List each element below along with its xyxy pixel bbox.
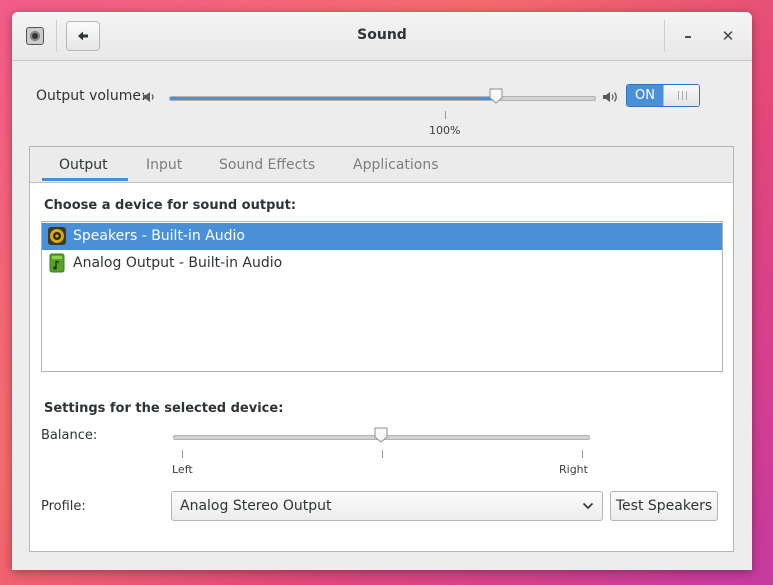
output-mute-switch[interactable]: ON (626, 84, 700, 107)
active-tab-indicator (42, 178, 128, 181)
device-name: Speakers - Built-in Audio (73, 228, 245, 244)
balance-left-mark (182, 450, 183, 458)
switch-knob (663, 85, 699, 106)
volume-high-icon (603, 92, 617, 102)
output-volume-fill (170, 97, 498, 100)
output-device-list: Speakers - Built-in Audio Analog Output … (41, 221, 723, 372)
choose-device-heading: Choose a device for sound output: (44, 198, 297, 213)
balance-right-label: Right (559, 463, 588, 476)
minimize-button[interactable]: – (677, 25, 699, 47)
speaker-icon (48, 227, 66, 245)
title-bar: Sound – ✕ (12, 12, 752, 61)
close-button[interactable]: ✕ (717, 25, 739, 47)
tab-sound-effects[interactable]: Sound Effects (219, 157, 315, 173)
sound-notebook: Output Input Sound Effects Applications … (29, 146, 734, 552)
device-row-speakers[interactable]: Speakers - Built-in Audio (42, 223, 722, 250)
volume-low-icon (143, 92, 154, 102)
profile-label: Profile: (41, 499, 86, 514)
device-settings-heading: Settings for the selected device: (44, 401, 284, 416)
tab-bar: Output Input Sound Effects Applications (30, 147, 733, 183)
chevron-down-icon (582, 502, 594, 510)
volume-100-mark (445, 111, 446, 119)
sound-window: Sound – ✕ Output volume: 100% ON Output … (12, 12, 752, 570)
output-volume-thumb[interactable] (489, 88, 503, 104)
balance-left-label: Left (172, 463, 193, 476)
device-row-analog-output[interactable]: Analog Output - Built-in Audio (42, 250, 722, 277)
output-volume-label: Output volume: (36, 88, 146, 104)
balance-thumb[interactable] (374, 427, 388, 443)
test-speakers-button[interactable]: Test Speakers (610, 491, 718, 521)
tab-applications[interactable]: Applications (353, 157, 439, 173)
balance-label: Balance: (41, 428, 98, 443)
tab-output[interactable]: Output (59, 157, 108, 173)
volume-100-label: 100% (429, 124, 461, 137)
tab-input[interactable]: Input (146, 157, 182, 173)
titlebar-separator (664, 20, 665, 52)
output-volume-slider[interactable] (169, 96, 596, 101)
profile-value: Analog Stereo Output (180, 498, 332, 514)
audio-card-icon (49, 253, 65, 273)
balance-right-mark (582, 450, 583, 458)
switch-on-label: ON (627, 85, 663, 106)
profile-combo[interactable]: Analog Stereo Output (171, 491, 603, 521)
device-name: Analog Output - Built-in Audio (73, 255, 283, 271)
balance-center-mark (382, 450, 383, 458)
window-title: Sound (357, 27, 407, 43)
